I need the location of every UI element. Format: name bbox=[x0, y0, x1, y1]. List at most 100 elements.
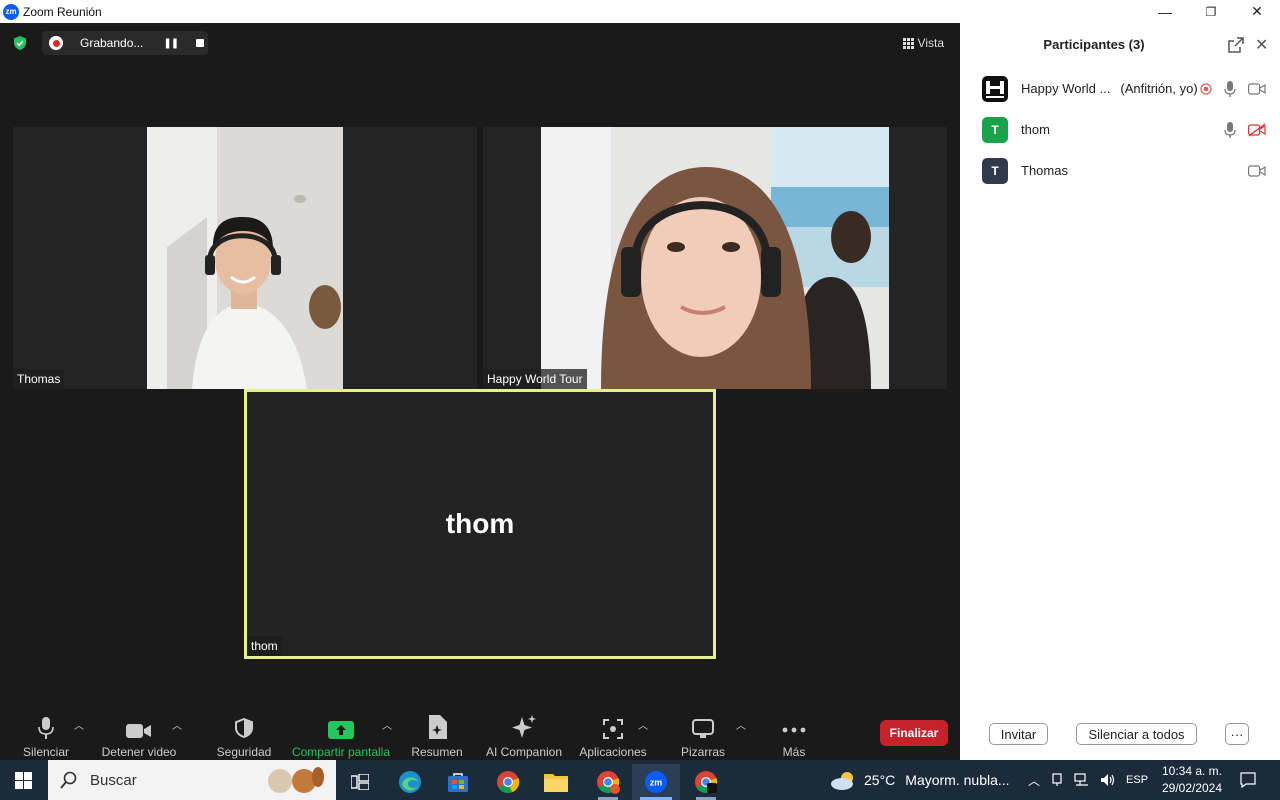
pop-out-icon[interactable] bbox=[1228, 37, 1244, 53]
participant-name: Happy World ... bbox=[1021, 81, 1111, 96]
stop-video-label: Detener video bbox=[101, 745, 177, 759]
whiteboard-icon bbox=[692, 719, 714, 738]
summary-button[interactable]: Resumen bbox=[408, 705, 466, 759]
pause-recording-icon[interactable]: ❚❚ bbox=[163, 38, 179, 49]
video-tile-happy-world-tour[interactable]: Happy World Tour bbox=[483, 127, 947, 389]
happy-world-logo-icon bbox=[982, 75, 1008, 102]
share-screen-label: Compartir pantalla bbox=[291, 745, 391, 759]
stop-video-button[interactable]: Detener video bbox=[100, 705, 178, 759]
meeting-area: Grabando... ❚❚ Vista Thomas Happy World … bbox=[0, 23, 960, 760]
video-tile-thom[interactable]: thom thom bbox=[244, 389, 716, 659]
ai-companion-label: AI Companion bbox=[485, 745, 563, 759]
maximize-button[interactable]: ❐ bbox=[1188, 0, 1234, 23]
apps-label: Aplicaciones bbox=[579, 745, 647, 759]
show-hidden-icons-icon[interactable]: ︿ bbox=[1028, 772, 1040, 789]
panel-title: Participantes (3) bbox=[1043, 37, 1145, 52]
apps-button[interactable]: Aplicaciones bbox=[578, 705, 648, 759]
weather-widget[interactable]: 25°C Mayorm. nubla... bbox=[830, 760, 1010, 800]
summary-label: Resumen bbox=[411, 745, 463, 759]
system-tray: ︿ ESP bbox=[1028, 760, 1148, 800]
mute-all-button[interactable]: Silenciar a todos bbox=[1076, 723, 1197, 745]
meeting-toolbar: Silenciar ︿ Detener video ︿ Seguridad Co… bbox=[0, 705, 960, 760]
minimize-button[interactable]: — bbox=[1142, 0, 1188, 23]
participant-display-name: thom bbox=[445, 508, 515, 539]
system-clock[interactable]: 10:34 a. m. 29/02/2024 bbox=[1152, 763, 1232, 797]
avatar: T bbox=[982, 157, 1008, 184]
shield-icon bbox=[235, 718, 253, 738]
view-label: Vista bbox=[917, 36, 944, 50]
task-view-icon[interactable] bbox=[336, 764, 384, 800]
audio-options-caret-icon[interactable]: ︿ bbox=[74, 717, 84, 732]
edge-icon[interactable] bbox=[386, 764, 434, 800]
close-panel-icon[interactable]: ✕ bbox=[1255, 35, 1268, 55]
usb-icon[interactable] bbox=[1050, 773, 1064, 787]
summary-icon bbox=[429, 715, 447, 739]
grid-icon bbox=[902, 37, 914, 49]
windows-start-icon[interactable] bbox=[15, 772, 32, 789]
microphone-icon[interactable] bbox=[1224, 121, 1236, 138]
participant-role: (Anfitrión, yo) bbox=[1120, 81, 1198, 96]
end-meeting-button[interactable]: Finalizar bbox=[880, 720, 948, 746]
chrome-icon[interactable] bbox=[484, 764, 532, 800]
video-off-icon[interactable] bbox=[1248, 122, 1266, 137]
cloudy-weather-icon bbox=[831, 772, 853, 790]
participant-name-label: thom bbox=[247, 636, 282, 656]
weather-description: Mayorm. nubla... bbox=[905, 772, 1010, 788]
zoom-logo-icon: zm bbox=[3, 3, 19, 20]
share-screen-button[interactable]: Compartir pantalla bbox=[290, 705, 392, 759]
apps-options-caret-icon[interactable]: ︿ bbox=[638, 717, 648, 732]
title-bar: zm Zoom Reunión — ❐ ✕ bbox=[0, 0, 1280, 23]
panel-more-button[interactable]: ··· bbox=[1225, 723, 1249, 745]
recording-indicator: Grabando... ❚❚ bbox=[42, 31, 208, 55]
chrome-profile-icon[interactable] bbox=[584, 764, 632, 800]
video-camera-icon bbox=[126, 724, 151, 738]
video-tile-thomas[interactable]: Thomas bbox=[13, 127, 477, 389]
store-icon[interactable] bbox=[434, 764, 482, 800]
participant-row[interactable]: Happy World ... (Anfitrión, yo) bbox=[960, 68, 1280, 109]
search-highlight-icon bbox=[268, 767, 324, 793]
video-options-caret-icon[interactable]: ︿ bbox=[172, 717, 182, 732]
more-icon bbox=[782, 727, 806, 733]
security-label: Seguridad bbox=[216, 745, 272, 759]
mute-label: Silenciar bbox=[22, 745, 70, 759]
share-options-caret-icon[interactable]: ︿ bbox=[382, 717, 392, 732]
avatar: T bbox=[982, 116, 1008, 143]
recording-status-icon bbox=[1200, 82, 1212, 95]
apps-icon bbox=[603, 719, 623, 739]
stop-recording-icon[interactable] bbox=[196, 39, 205, 47]
participant-video bbox=[147, 127, 343, 389]
participant-video bbox=[541, 127, 889, 389]
zoom-taskbar-icon[interactable]: zm bbox=[632, 764, 680, 800]
view-button[interactable]: Vista bbox=[902, 36, 944, 50]
close-window-button[interactable]: ✕ bbox=[1234, 0, 1280, 23]
mute-button[interactable]: Silenciar bbox=[18, 705, 74, 759]
file-explorer-icon[interactable] bbox=[532, 764, 580, 800]
taskbar-search-box[interactable]: Buscar bbox=[48, 760, 336, 800]
participant-name: thom bbox=[1021, 122, 1050, 137]
more-label: Más bbox=[782, 745, 806, 759]
security-button[interactable]: Seguridad bbox=[214, 705, 274, 759]
microphone-icon[interactable] bbox=[1224, 80, 1236, 97]
participant-row[interactable]: T Thomas bbox=[960, 150, 1280, 191]
volume-icon[interactable] bbox=[1100, 773, 1116, 787]
avatar bbox=[982, 75, 1008, 102]
notifications-icon[interactable] bbox=[1240, 772, 1256, 788]
windows-taskbar: Buscar zm 25°C Mayorm. nubla... ︿ ESP 10… bbox=[0, 760, 1280, 800]
encryption-shield-icon[interactable] bbox=[12, 35, 28, 51]
language-indicator[interactable]: ESP bbox=[1126, 774, 1148, 786]
weather-temperature: 25°C bbox=[864, 772, 896, 788]
participant-name-label: Happy World Tour bbox=[483, 369, 587, 389]
ai-companion-button[interactable]: AI Companion bbox=[484, 705, 564, 759]
whiteboards-button[interactable]: Pizarras bbox=[678, 705, 728, 759]
clock-time: 10:34 a. m. bbox=[1161, 764, 1223, 778]
more-button[interactable]: Más bbox=[776, 705, 812, 759]
video-camera-icon[interactable] bbox=[1248, 82, 1266, 95]
network-icon[interactable] bbox=[1074, 773, 1090, 787]
whiteboard-options-caret-icon[interactable]: ︿ bbox=[736, 717, 746, 732]
participant-row[interactable]: T thom bbox=[960, 109, 1280, 150]
video-camera-icon[interactable] bbox=[1248, 164, 1266, 177]
clock-date: 29/02/2024 bbox=[1161, 781, 1223, 795]
invite-button[interactable]: Invitar bbox=[989, 723, 1048, 745]
chrome-app-icon[interactable] bbox=[682, 764, 730, 800]
share-screen-icon bbox=[328, 721, 354, 739]
